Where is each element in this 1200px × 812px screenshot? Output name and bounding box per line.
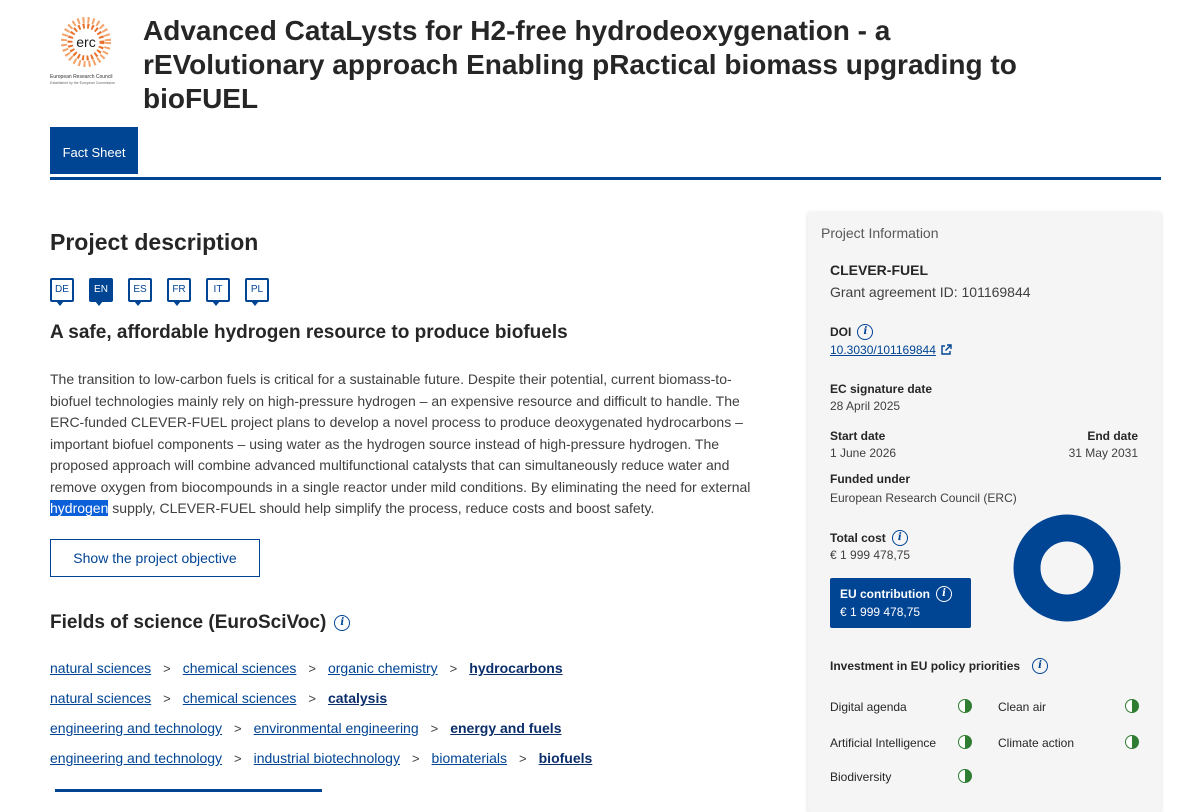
policy-clean-air: Clean air (998, 700, 1047, 714)
description-text-end: supply, CLEVER-FUEL should help simplify… (108, 500, 655, 516)
info-icon[interactable]: i (857, 324, 874, 340)
total-cost-label: Total cost i (830, 530, 908, 546)
policy-priorities-label-text: Investment in EU policy priorities (830, 659, 1021, 673)
fos-breadcrumb: engineering and technology > environmenta… (50, 720, 561, 736)
chevron-right-icon: > (308, 690, 316, 706)
doi-label: DOI i (830, 324, 874, 340)
signature-date-value: 28 April 2025 (830, 399, 901, 413)
info-icon[interactable]: i (891, 530, 908, 546)
chevron-right-icon: > (234, 750, 242, 766)
fos-link[interactable]: environmental engineering (254, 720, 419, 736)
eu-contribution-donut-chart (1013, 514, 1121, 622)
chevron-right-icon: > (163, 690, 171, 706)
start-date-value: 1 June 2026 (830, 446, 897, 460)
project-acronym: CLEVER-FUEL (830, 262, 928, 278)
logo-name: European Research Council (50, 74, 113, 80)
section-title: Project description (50, 229, 259, 255)
info-icon[interactable]: i (334, 615, 351, 631)
start-date-label: Start date (830, 429, 886, 443)
info-icon[interactable]: i (936, 586, 952, 602)
end-date-value: 31 May 2031 (1068, 446, 1138, 460)
language-pl-button[interactable]: PL (245, 278, 269, 306)
fos-breadcrumb: engineering and technology > industrial b… (50, 750, 592, 766)
language-it-button[interactable]: IT (206, 278, 230, 306)
logo-subtitle: Established by the European Commission (50, 81, 115, 85)
half-circle-icon (1125, 735, 1139, 749)
fos-link[interactable]: organic chemistry (328, 660, 438, 676)
fos-link-leaf[interactable]: energy and fuels (450, 720, 561, 736)
half-circle-icon (1125, 699, 1139, 713)
chevron-right-icon: > (411, 750, 420, 766)
language-en-button[interactable]: EN (89, 278, 113, 306)
doi-label-text: DOI (830, 325, 852, 339)
fos-link-leaf[interactable]: hydrocarbons (469, 660, 562, 676)
chevron-right-icon: > (308, 660, 316, 676)
policy-biodiversity: Biodiversity (830, 770, 892, 784)
policy-artificial-intelligence: Artificial Intelligence (830, 736, 937, 750)
show-objective-button[interactable]: Show the project objective (50, 539, 260, 577)
end-date-label: End date (1087, 429, 1138, 443)
erc-logo[interactable]: erc European Research Council Establishe… (50, 14, 122, 86)
page-title: Advanced CataLysts for H2-free hydrodeox… (143, 15, 1017, 114)
fos-link-leaf[interactable]: biofuels (539, 750, 593, 766)
erc-logo-icon: erc (61, 17, 111, 67)
language-selector: DE EN ES FR IT PL (50, 278, 269, 306)
project-description: The transition to low-carbon fuels is cr… (50, 369, 770, 520)
fos-link[interactable]: engineering and technology (50, 750, 222, 766)
signature-date-label: EC signature date (830, 382, 933, 396)
language-de-button[interactable]: DE (50, 278, 74, 306)
fos-link[interactable]: industrial biotechnology (254, 750, 400, 766)
tab-bar: Fact Sheet (50, 127, 1161, 180)
fos-link[interactable]: engineering and technology (50, 720, 222, 736)
description-text: The transition to low-carbon fuels is cr… (50, 371, 751, 495)
chevron-right-icon: > (449, 660, 458, 676)
chevron-right-icon: > (430, 720, 439, 736)
project-subtitle: A safe, affordable hydrogen resource to … (50, 322, 568, 343)
fields-title-text: Fields of science (EuroSciVoc) (50, 612, 327, 633)
policy-priorities-label: Investment in EU policy priorities i (830, 658, 1049, 674)
eu-contribution-label: EU contribution i (840, 586, 952, 602)
half-circle-icon (958, 735, 972, 749)
fos-link[interactable]: natural sciences (50, 690, 151, 706)
eu-contribution-label-text: EU contribution (840, 587, 930, 601)
fields-of-science-title: Fields of science (EuroSciVoc) i (50, 612, 351, 634)
fos-link[interactable]: chemical sciences (183, 660, 297, 676)
external-link-icon (941, 344, 952, 355)
eu-contribution-value: € 1 999 478,75 (840, 605, 921, 619)
funded-under-value: European Research Council (ERC) (830, 491, 1017, 505)
chevron-right-icon: > (519, 750, 527, 766)
fos-link-leaf[interactable]: catalysis (328, 690, 387, 706)
eu-contribution-box: EU contribution i € 1 999 478,75 (830, 578, 971, 628)
fos-link[interactable]: biomaterials (432, 750, 507, 766)
info-icon[interactable]: i (1032, 658, 1049, 674)
chevron-right-icon: > (163, 660, 171, 676)
language-es-button[interactable]: ES (128, 278, 152, 306)
funded-under-label: Funded under (830, 472, 910, 486)
half-circle-icon (958, 699, 972, 713)
tab-fact-sheet[interactable]: Fact Sheet (50, 127, 138, 174)
fos-breadcrumb: natural sciences > chemical sciences > cat… (50, 690, 387, 706)
language-fr-button[interactable]: FR (167, 278, 191, 306)
fos-link[interactable]: chemical sciences (183, 690, 297, 706)
fos-link[interactable]: natural sciences (50, 660, 151, 676)
policy-climate-action: Climate action (998, 736, 1075, 750)
donut-ring (1013, 514, 1121, 622)
grant-agreement-id: Grant agreement ID: 101169844 (830, 284, 1031, 300)
project-information-card: Project Information CLEVER-FUEL Grant ag… (808, 212, 1161, 812)
fos-breadcrumb: natural sciences > chemical sciences > org… (50, 660, 563, 676)
doi-link[interactable]: 10.3030/101169844 (830, 343, 952, 357)
total-cost-value: € 1 999 478,75 (830, 548, 911, 562)
chevron-right-icon: > (234, 720, 242, 736)
total-cost-label-text: Total cost (830, 531, 886, 545)
doi-value: 10.3030/101169844 (830, 343, 936, 357)
card-heading: Project Information (821, 225, 939, 241)
svg-text:erc: erc (76, 34, 95, 50)
description-highlight: hydrogen (50, 500, 109, 516)
half-circle-icon (958, 769, 972, 783)
policy-digital-agenda: Digital agenda (830, 700, 907, 714)
